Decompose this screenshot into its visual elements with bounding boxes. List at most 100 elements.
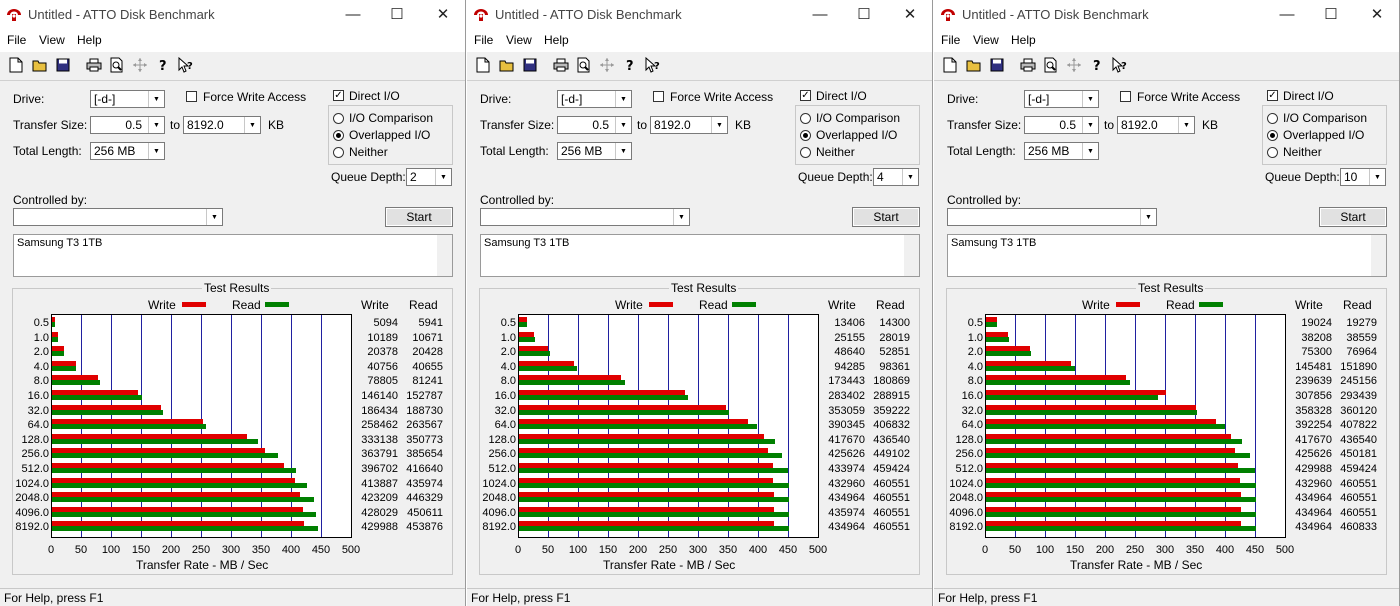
overlapped-io-radio[interactable]: [1267, 130, 1278, 141]
total-length-value: 256 MB: [94, 144, 136, 158]
context-help-icon[interactable]: ?: [176, 55, 196, 75]
transfer-to-select[interactable]: 8192.0 ▼: [1117, 116, 1195, 134]
force-write-checkbox[interactable]: [1120, 91, 1131, 102]
new-file-icon[interactable]: [473, 55, 493, 75]
print-preview-icon[interactable]: [107, 55, 127, 75]
menu-view[interactable]: View: [973, 33, 999, 47]
overlapped-io-radio[interactable]: [800, 130, 811, 141]
read-column-header: Read: [876, 298, 905, 312]
start-button[interactable]: Start: [385, 207, 453, 227]
close-button[interactable]: ✕: [420, 2, 465, 28]
new-file-icon[interactable]: [940, 55, 960, 75]
help-question-icon[interactable]: ?: [620, 55, 640, 75]
write-value: 19024: [1301, 317, 1332, 329]
controlled-by-select[interactable]: ▼: [13, 208, 223, 226]
x-tick-label: 0: [981, 544, 989, 556]
direct-io-checkbox[interactable]: ✓: [1267, 90, 1278, 101]
force-write-checkbox[interactable]: [186, 91, 197, 102]
force-write-checkbox[interactable]: [653, 91, 664, 102]
description-scrollbar[interactable]: [904, 235, 919, 276]
neither-radio[interactable]: [800, 147, 811, 158]
menu-help[interactable]: Help: [77, 33, 102, 47]
drive-select[interactable]: [-d-] ▼: [557, 90, 632, 108]
read-value: 98361: [879, 360, 910, 373]
transfer-to-select[interactable]: 8192.0 ▼: [650, 116, 728, 134]
io-comparison-radio[interactable]: [1267, 113, 1278, 124]
save-icon[interactable]: [520, 55, 540, 75]
legend-read-swatch: [1199, 302, 1223, 307]
print-preview-icon[interactable]: [1041, 55, 1061, 75]
write-value: 10189: [367, 331, 398, 344]
new-file-icon[interactable]: [6, 55, 26, 75]
legend-write-swatch: [182, 302, 206, 307]
menu-help[interactable]: Help: [1011, 33, 1036, 47]
read-value: 10671: [412, 331, 443, 344]
save-icon[interactable]: [987, 55, 1007, 75]
open-folder-icon[interactable]: [30, 55, 50, 75]
neither-radio[interactable]: [333, 147, 344, 158]
io-comparison-radio[interactable]: [333, 113, 344, 124]
menu-view[interactable]: View: [506, 33, 532, 47]
context-help-icon[interactable]: ?: [643, 55, 663, 75]
io-comparison-radio[interactable]: [800, 113, 811, 124]
start-button[interactable]: Start: [852, 207, 920, 227]
print-preview-icon[interactable]: [574, 55, 594, 75]
save-icon[interactable]: [53, 55, 73, 75]
transfer-size-tick-label: 256.0: [21, 448, 49, 461]
direct-io-checkbox[interactable]: ✓: [800, 90, 811, 101]
help-question-icon[interactable]: ?: [1087, 55, 1107, 75]
drive-select[interactable]: [-d-] ▼: [90, 90, 165, 108]
read-bar: [519, 468, 789, 473]
minimize-button[interactable]: —: [330, 2, 376, 28]
overlapped-io-radio[interactable]: [333, 130, 344, 141]
open-folder-icon[interactable]: [497, 55, 517, 75]
controlled-by-select[interactable]: ▼: [480, 208, 690, 226]
legend-read-swatch: [732, 302, 756, 307]
help-question-icon[interactable]: ?: [153, 55, 173, 75]
description-scrollbar[interactable]: [1371, 235, 1386, 276]
print-icon[interactable]: [551, 55, 571, 75]
close-button[interactable]: ✕: [1354, 2, 1399, 28]
transfer-from-select[interactable]: 0.5 ▼: [557, 116, 632, 134]
maximize-button[interactable]: ☐: [374, 2, 420, 28]
menu-bar: File View Help: [467, 30, 932, 52]
neither-radio[interactable]: [1267, 147, 1278, 158]
menu-help[interactable]: Help: [544, 33, 569, 47]
queue-depth-select[interactable]: 4 ▼: [873, 168, 919, 186]
queue-depth-select[interactable]: 2 ▼: [406, 168, 452, 186]
start-button[interactable]: Start: [1319, 207, 1387, 227]
menu-file[interactable]: File: [474, 33, 493, 47]
atto-app-icon: [6, 8, 22, 25]
menu-file[interactable]: File: [7, 33, 26, 47]
description-scrollbar[interactable]: [437, 235, 452, 276]
menu-view[interactable]: View: [39, 33, 65, 47]
total-length-select[interactable]: 256 MB ▼: [1024, 142, 1099, 160]
print-icon[interactable]: [1018, 55, 1038, 75]
description-textarea[interactable]: Samsung T3 1TB: [480, 234, 920, 277]
write-value: 425626: [1295, 448, 1332, 461]
neither-label: Neither: [1283, 145, 1322, 159]
close-button[interactable]: ✕: [887, 2, 932, 28]
minimize-button[interactable]: —: [1264, 2, 1310, 28]
total-length-select[interactable]: 256 MB ▼: [90, 142, 165, 160]
transfer-to-select[interactable]: 8192.0 ▼: [183, 116, 261, 134]
drive-select[interactable]: [-d-] ▼: [1024, 90, 1099, 108]
write-value: 94285: [834, 360, 865, 373]
context-help-icon[interactable]: ?: [1110, 55, 1130, 75]
transfer-from-select[interactable]: 0.5 ▼: [1024, 116, 1099, 134]
maximize-button[interactable]: ☐: [1308, 2, 1354, 28]
queue-depth-select[interactable]: 10 ▼: [1340, 168, 1386, 186]
total-length-select[interactable]: 256 MB ▼: [557, 142, 632, 160]
maximize-button[interactable]: ☐: [841, 2, 887, 28]
description-textarea[interactable]: Samsung T3 1TB: [13, 234, 453, 277]
status-bar: For Help, press F1: [0, 588, 465, 606]
minimize-button[interactable]: —: [797, 2, 843, 28]
description-textarea[interactable]: Samsung T3 1TB: [947, 234, 1387, 277]
menu-file[interactable]: File: [941, 33, 960, 47]
transfer-from-select[interactable]: 0.5 ▼: [90, 116, 165, 134]
chevron-down-icon: ▼: [615, 91, 631, 107]
print-icon[interactable]: [84, 55, 104, 75]
controlled-by-select[interactable]: ▼: [947, 208, 1157, 226]
open-folder-icon[interactable]: [964, 55, 984, 75]
direct-io-checkbox[interactable]: ✓: [333, 90, 344, 101]
